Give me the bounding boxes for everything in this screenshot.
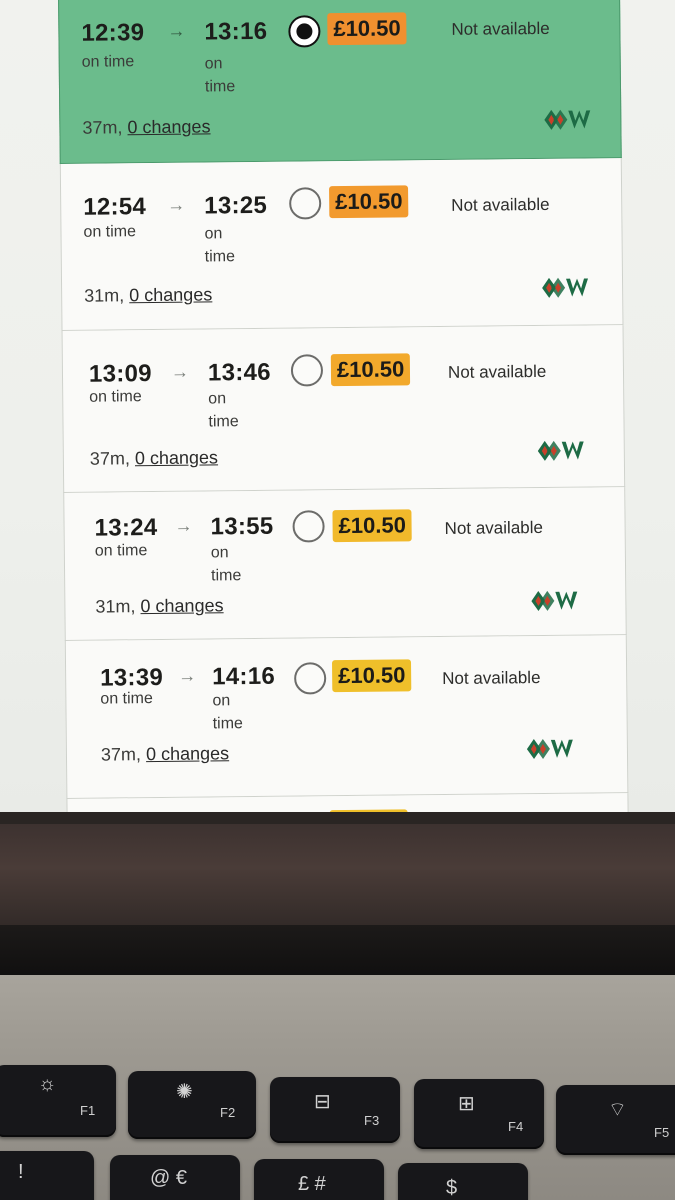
gwr-logo-icon: [526, 738, 573, 760]
select-journey-radio[interactable]: [294, 662, 327, 695]
departure-time: 12:54: [83, 193, 147, 221]
keyboard-backlight-icon: ⌔: [608, 1099, 627, 1121]
f2-key[interactable]: ✺ F2: [128, 1071, 256, 1139]
journey-summary: 37m, 0 changes: [90, 447, 218, 469]
f3-key[interactable]: ⊟ F3: [270, 1077, 400, 1143]
mission-control-icon: ⊟: [314, 1091, 331, 1113]
changes-link[interactable]: 0 changes: [135, 447, 218, 468]
brightness-down-icon: ☼: [38, 1073, 57, 1095]
f3-label: F3: [364, 1113, 380, 1128]
f5-key[interactable]: ⌔ F5: [556, 1085, 675, 1155]
arrival-time: 13:55: [210, 512, 274, 541]
arrow-icon: →: [178, 665, 197, 686]
changes-link[interactable]: 0 changes: [146, 743, 229, 764]
brightness-up-icon: ✺: [176, 1081, 193, 1103]
journey-card[interactable]: 13:24 → 13:55 on time on time £10.50 Not…: [63, 487, 627, 641]
departure-status: on time: [94, 542, 148, 560]
key-3[interactable]: £ #: [254, 1159, 384, 1200]
gwr-logo-icon: [537, 440, 584, 461]
keyboard-deck: ☼ F1 ✺ F2 ⊟ F3 ⊞ F4 ⌔ F5 ! @ € £ # $: [0, 975, 675, 1200]
price-badge[interactable]: £10.50: [332, 509, 413, 543]
gwr-logo-icon: [544, 109, 591, 130]
departure-time: 13:39: [100, 663, 164, 692]
f2-label: F2: [220, 1105, 236, 1120]
duration-text: 37m,: [89, 448, 131, 469]
gwr-logo-icon: [542, 277, 589, 298]
departure-status: on time: [81, 53, 135, 71]
select-journey-radio[interactable]: [288, 15, 321, 48]
departure-time: 13:09: [88, 360, 153, 388]
gwr-logo-icon: [531, 590, 578, 612]
journey-summary: 31m, 0 changes: [95, 595, 223, 617]
f4-label: F4: [508, 1119, 524, 1134]
departure-status: on time: [83, 223, 137, 241]
screen-bezel: [0, 812, 675, 824]
arrow-icon: →: [170, 361, 190, 382]
availability-text: Not available: [451, 18, 550, 39]
journey-card[interactable]: 13:39 → 14:16 on time on time £10.50 Not…: [64, 635, 629, 799]
f4-key[interactable]: ⊞ F4: [414, 1079, 544, 1149]
journey-summary: 37m, 0 changes: [82, 116, 210, 138]
availability-text: Not available: [447, 361, 547, 382]
select-journey-radio[interactable]: [292, 510, 325, 543]
arrival-time: 13:46: [207, 358, 272, 387]
arrival-status: on time: [210, 544, 242, 585]
key-2[interactable]: @ €: [110, 1155, 240, 1200]
duration-text: 37m,: [100, 744, 142, 765]
arrival-time: 14:16: [212, 662, 276, 691]
availability-text: Not available: [442, 667, 541, 689]
journey-card[interactable]: 13:09 → 13:46 on time on time £10.50 Not…: [61, 325, 626, 493]
arrival-status: on time: [204, 225, 236, 266]
arrival-time: 13:25: [204, 191, 268, 220]
duration-text: 31m,: [95, 596, 136, 617]
f5-label: F5: [654, 1125, 670, 1140]
key-1[interactable]: !: [0, 1151, 94, 1200]
availability-text: Not available: [444, 517, 543, 538]
journey-card[interactable]: 12:54 → 13:25 on time on time £10.50 Not…: [59, 158, 624, 331]
departure-status: on time: [89, 388, 142, 406]
price-badge[interactable]: £10.50: [331, 659, 412, 693]
departure-time: 13:24: [94, 513, 158, 542]
changes-link[interactable]: 0 changes: [140, 595, 223, 616]
arrow-icon: →: [167, 194, 186, 215]
key-2-label: @ €: [150, 1167, 187, 1189]
duration-text: 37m,: [82, 117, 123, 138]
journey-summary: 37m, 0 changes: [101, 743, 229, 765]
arrival-time: 13:16: [204, 17, 268, 46]
laptop-hinge: [0, 824, 675, 934]
key-3-label: £ #: [298, 1173, 326, 1195]
departure-status: on time: [100, 690, 153, 708]
select-journey-radio[interactable]: [289, 187, 322, 220]
departure-time: 12:39: [81, 19, 145, 47]
price-badge[interactable]: £10.50: [329, 185, 409, 219]
f1-key[interactable]: ☼ F1: [0, 1065, 116, 1137]
select-journey-radio[interactable]: [290, 354, 324, 387]
changes-link[interactable]: 0 changes: [129, 284, 212, 305]
journey-card[interactable]: 12:39 → 13:16 on time on time £10.50 Not…: [58, 0, 622, 164]
journey-results-list: 12:39 → 13:16 on time on time £10.50 Not…: [58, 0, 629, 812]
key-1-label: !: [18, 1161, 24, 1183]
arrival-status: on time: [212, 692, 243, 733]
price-badge[interactable]: £10.50: [330, 353, 411, 387]
duration-text: 31m,: [84, 285, 125, 306]
availability-text: Not available: [451, 194, 550, 215]
launchpad-icon: ⊞: [458, 1093, 475, 1115]
changes-link[interactable]: 0 changes: [127, 116, 210, 137]
arrival-status: on time: [204, 55, 236, 96]
arrow-icon: →: [174, 515, 193, 536]
browser-screen: 12:39 → 13:16 on time on time £10.50 Not…: [0, 0, 675, 812]
key-4-label: $: [446, 1177, 458, 1199]
journey-summary: 31m, 0 changes: [84, 284, 212, 306]
arrival-status: on time: [208, 390, 239, 431]
f1-label: F1: [80, 1103, 96, 1118]
key-4[interactable]: $: [398, 1163, 528, 1200]
arrow-icon: →: [167, 20, 186, 41]
price-badge[interactable]: £10.50: [327, 12, 407, 46]
